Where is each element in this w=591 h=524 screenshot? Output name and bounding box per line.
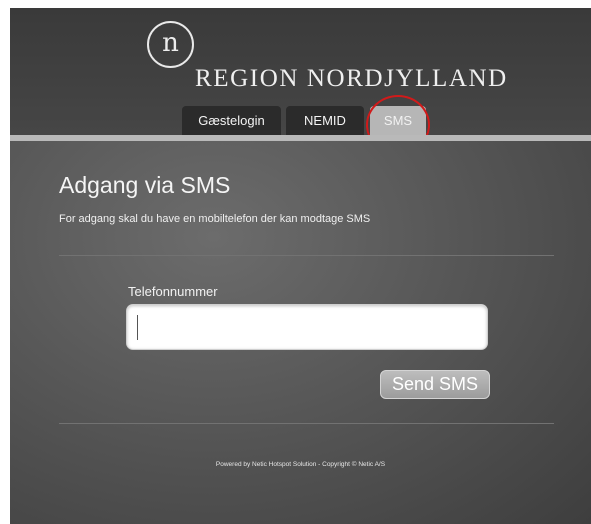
send-sms-button[interactable]: Send SMS (380, 370, 490, 399)
divider (59, 255, 554, 256)
portal-window: n REGION NORDJYLLAND Gæstelogin NEMID SM… (10, 8, 591, 524)
footer-text: Powered by Netic Hotspot Solution - Copy… (215, 461, 386, 468)
region-logo-icon: n (147, 21, 194, 68)
tab-sms[interactable]: SMS (370, 106, 426, 135)
divider (59, 423, 554, 424)
tab-guest-login[interactable]: Gæstelogin (182, 106, 281, 135)
tab-nemid[interactable]: NEMID (286, 106, 364, 135)
header: n REGION NORDJYLLAND Gæstelogin NEMID SM… (10, 8, 591, 135)
page-title: Adgang via SMS (59, 172, 231, 198)
phone-number-input[interactable] (126, 304, 488, 350)
region-logo-text: REGION NORDJYLLAND (195, 65, 508, 92)
main-content: Adgang via SMS For adgang skal du have e… (10, 141, 591, 524)
page-description: For adgang skal du have en mobiltelefon … (59, 213, 371, 225)
phone-number-label: Telefonnummer (128, 284, 218, 299)
